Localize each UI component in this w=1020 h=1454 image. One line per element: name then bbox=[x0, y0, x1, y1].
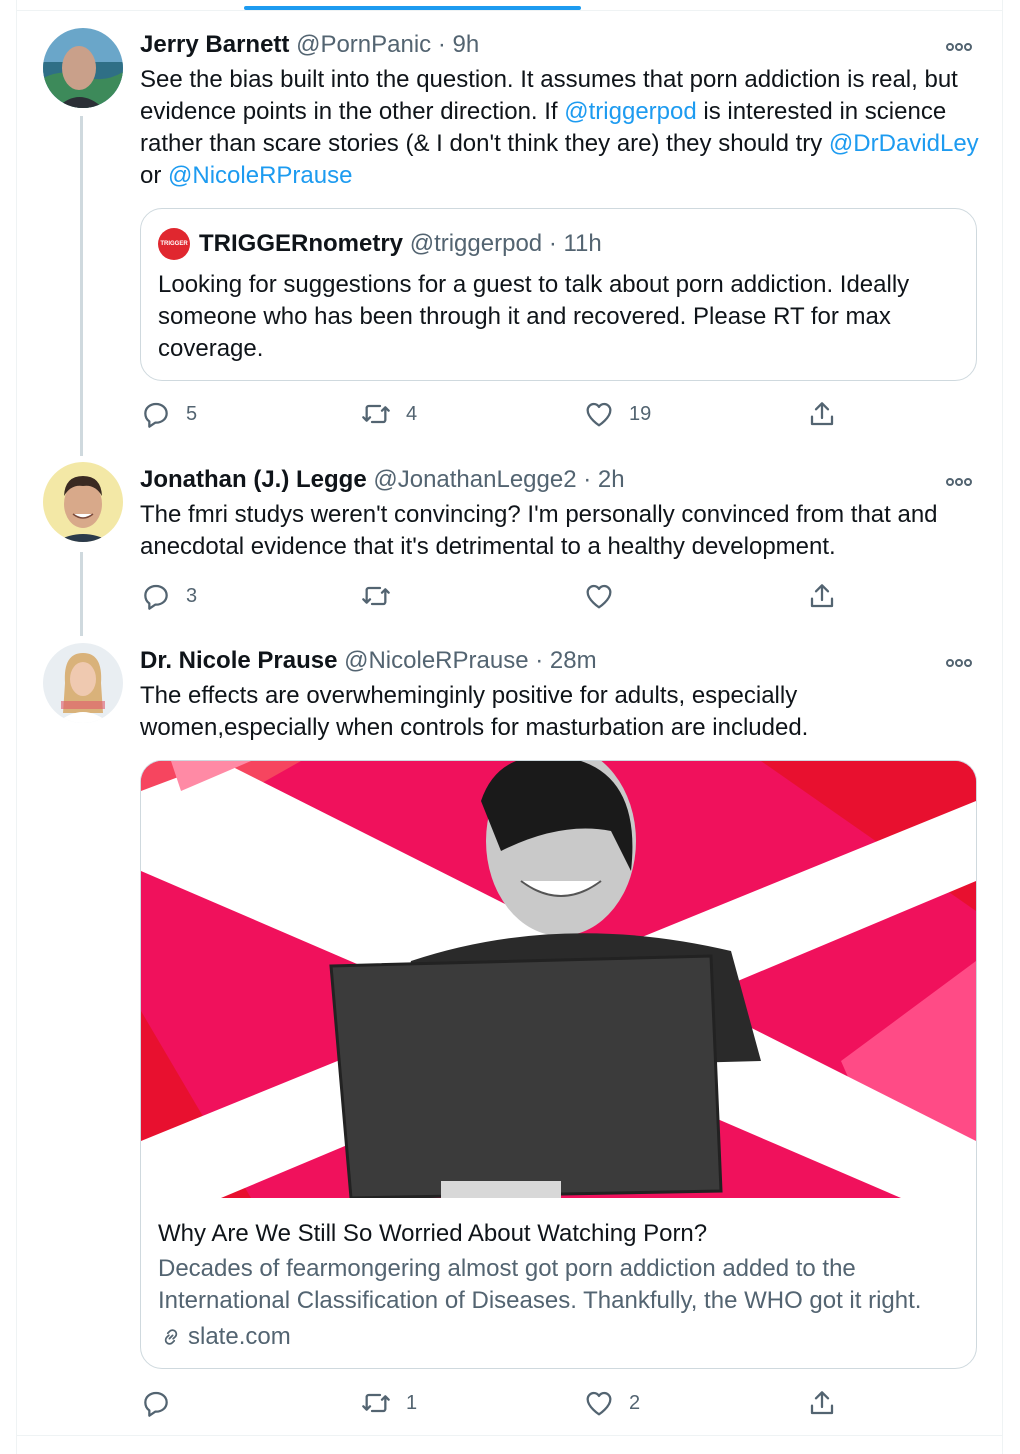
tweet-header: Dr. Nicole Prause @NicoleRPrause · 28m bbox=[140, 646, 597, 676]
author-name[interactable]: Jerry Barnett bbox=[140, 31, 289, 58]
reply-count: 5 bbox=[186, 402, 198, 425]
avatar-jonathan-legge[interactable] bbox=[43, 462, 123, 542]
avatar-jerry-barnett[interactable] bbox=[43, 28, 123, 108]
author-name[interactable]: Jonathan (J.) Legge bbox=[140, 466, 367, 493]
quoted-avatar: TRIGGER bbox=[158, 228, 190, 260]
timestamp[interactable]: 2h bbox=[598, 466, 625, 493]
like-button[interactable] bbox=[583, 578, 615, 614]
mention-link[interactable]: @DrDavidLey bbox=[829, 130, 979, 157]
tweet-text: See the bias built into the question. It… bbox=[140, 64, 980, 192]
author-handle[interactable]: @JonathanLegge2 bbox=[373, 466, 576, 493]
separator: · bbox=[548, 230, 557, 257]
mention-link[interactable]: @triggerpod bbox=[564, 98, 696, 125]
mention-link[interactable]: @NicoleRPrause bbox=[168, 162, 352, 189]
retweet-button[interactable] bbox=[360, 578, 392, 614]
reply-button[interactable]: 5 bbox=[140, 396, 197, 432]
quoted-tweet[interactable]: TRIGGER TRIGGERnometry @triggerpod · 11h… bbox=[140, 208, 977, 381]
heart-icon bbox=[586, 584, 612, 609]
retweet-button[interactable]: 4 bbox=[360, 396, 417, 432]
link-card[interactable]: Why Are We Still So Worried About Watchi… bbox=[140, 760, 977, 1369]
thread-connector bbox=[80, 552, 83, 636]
quoted-author-name: TRIGGERnometry bbox=[199, 230, 404, 257]
avatar-nicole-prause[interactable] bbox=[43, 643, 123, 723]
quoted-text: Looking for suggestions for a guest to t… bbox=[158, 271, 910, 362]
quoted-header: TRIGGERnometry @triggerpod · 11h bbox=[199, 228, 602, 260]
separator: · bbox=[583, 466, 592, 493]
domain-text: slate.com bbox=[188, 1323, 291, 1350]
tweet-text: The fmri studys weren't convincing? I'm … bbox=[140, 501, 938, 560]
separator: · bbox=[535, 647, 544, 674]
share-icon bbox=[810, 584, 834, 608]
retweet-button[interactable]: 1 bbox=[360, 1385, 417, 1421]
link-card-domain: slate.com bbox=[158, 1321, 291, 1353]
divider bbox=[16, 1435, 1003, 1436]
link-card-title: Why Are We Still So Worried About Watchi… bbox=[158, 1220, 708, 1247]
quoted-author-handle: @triggerpod bbox=[409, 230, 543, 257]
retweet-icon bbox=[362, 404, 390, 424]
timestamp[interactable]: 9h bbox=[453, 31, 480, 58]
heart-icon bbox=[586, 1391, 612, 1416]
share-button[interactable] bbox=[806, 1385, 838, 1421]
reply-icon bbox=[144, 402, 168, 428]
tweet-actions: 1 2 bbox=[140, 1385, 840, 1421]
link-card-image bbox=[141, 761, 976, 1198]
like-button[interactable]: 2 bbox=[583, 1385, 640, 1421]
author-handle[interactable]: @PornPanic bbox=[296, 31, 431, 58]
share-button[interactable] bbox=[806, 578, 838, 614]
retweet-count: 4 bbox=[406, 402, 418, 425]
retweet-count: 1 bbox=[406, 1391, 418, 1414]
tweet-header: Jonathan (J.) Legge @JonathanLegge2 · 2h bbox=[140, 465, 625, 495]
tweet-text: The effects are overwheminginly positive… bbox=[140, 682, 809, 741]
tweet-actions: 3 bbox=[140, 578, 840, 614]
author-handle[interactable]: @NicoleRPrause bbox=[344, 647, 528, 674]
share-icon bbox=[810, 402, 834, 426]
link-card-description: Decades of fearmongering almost got porn… bbox=[158, 1255, 922, 1314]
divider bbox=[16, 10, 1003, 11]
reply-icon bbox=[144, 1391, 168, 1417]
author-name[interactable]: Dr. Nicole Prause bbox=[140, 647, 337, 674]
separator: · bbox=[437, 31, 446, 58]
timestamp[interactable]: 28m bbox=[550, 647, 597, 674]
like-button[interactable]: 19 bbox=[583, 396, 651, 432]
link-icon bbox=[164, 1329, 178, 1345]
more-icon[interactable] bbox=[946, 473, 976, 487]
reply-button[interactable]: 3 bbox=[140, 578, 197, 614]
tweet-actions: 5 4 19 bbox=[140, 396, 840, 432]
reply-button[interactable] bbox=[140, 1385, 172, 1421]
heart-icon bbox=[586, 402, 612, 427]
more-icon[interactable] bbox=[946, 654, 976, 668]
share-button[interactable] bbox=[806, 396, 838, 432]
reply-count: 3 bbox=[186, 584, 198, 607]
reply-icon bbox=[144, 584, 168, 610]
share-icon bbox=[810, 1391, 834, 1415]
like-count: 2 bbox=[629, 1391, 641, 1414]
tweet-header: Jerry Barnett @PornPanic · 9h bbox=[140, 30, 479, 60]
quoted-timestamp: 11h bbox=[563, 230, 602, 257]
more-icon[interactable] bbox=[946, 38, 976, 52]
thread-connector bbox=[80, 116, 83, 456]
retweet-icon bbox=[362, 1393, 390, 1413]
like-count: 19 bbox=[629, 402, 652, 425]
text-segment: or bbox=[140, 162, 169, 189]
retweet-icon bbox=[362, 586, 390, 606]
